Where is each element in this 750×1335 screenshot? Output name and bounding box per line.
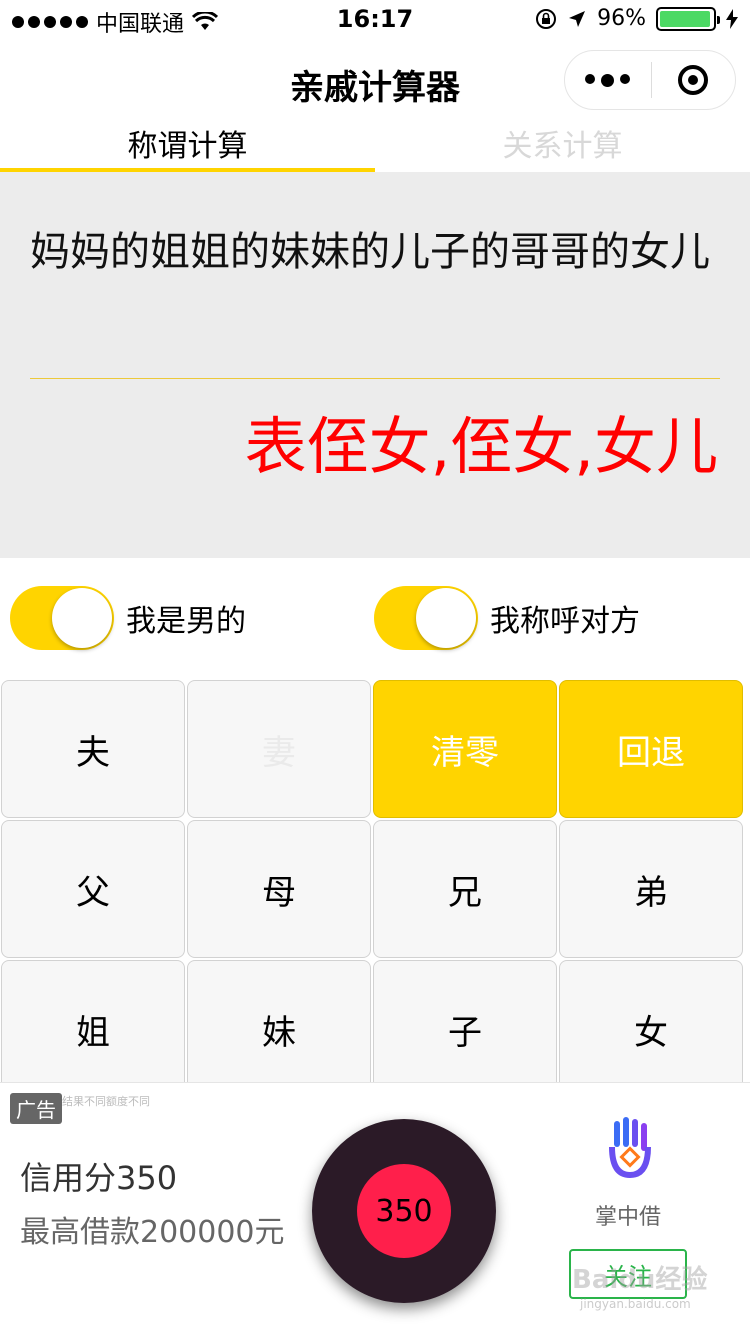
gender-toggle-row: 我是男的 [10,586,246,650]
result-text: 表侄女,侄女,女儿 [244,410,718,483]
key-older-brother[interactable]: 兄 [373,820,557,958]
key-younger-sister[interactable]: 妹 [187,960,371,1098]
nav-bar: 亲戚计算器 [0,40,750,126]
display-divider [30,378,720,379]
key-mother[interactable]: 母 [187,820,371,958]
expression-text: 妈妈的姐姐的妹妹的儿子的哥哥的女儿 [30,229,710,275]
key-son[interactable]: 子 [373,960,557,1098]
battery-level [660,10,710,27]
more-icon[interactable] [565,73,651,87]
key-daughter[interactable]: 女 [559,960,743,1098]
tab-bar: 称谓计算 关系计算 [0,126,750,172]
battery-percent: 96% [597,6,646,31]
ad-headline: 信用分350 [20,1159,178,1197]
backspace-button[interactable]: 回退 [559,680,743,818]
app-logo-icon [609,1117,651,1179]
ad-app-name: 掌中借 [594,1205,661,1230]
close-miniprogram-button[interactable] [652,65,736,95]
ad-score-disc: 350 [312,1119,496,1303]
status-right: 96% [535,6,738,31]
direction-toggle-row: 我称呼对方 [374,586,640,650]
ad-banner[interactable]: 广告 结果不同额度不同 信用分350 最高借款200000元 350 掌中借 关… [0,1082,750,1335]
direction-switch[interactable] [374,586,478,650]
watermark-url: jingyan.baidu.com [580,1297,691,1311]
watermark-logo: Baidu经验 [572,1265,708,1295]
orientation-lock-icon [536,8,557,29]
location-icon [569,10,586,27]
ad-score-value: 350 [357,1164,451,1258]
gender-toggle-label: 我是男的 [126,604,246,639]
tab-title-calc[interactable]: 称谓计算 [0,126,375,172]
miniprogram-capsule [564,50,736,110]
ad-badge: 广告 [10,1093,62,1124]
key-older-sister[interactable]: 姐 [1,960,185,1098]
direction-toggle-label: 我称呼对方 [490,604,640,639]
charging-icon [726,8,738,29]
display-panel: 妈妈的姐姐的妹妹的儿子的哥哥的女儿 表侄女,侄女,女儿 [0,172,750,558]
key-father[interactable]: 父 [1,820,185,958]
clear-button[interactable]: 清零 [373,680,557,818]
key-younger-brother[interactable]: 弟 [559,820,743,958]
ad-note: 结果不同额度不同 [62,1095,150,1108]
ad-subline: 最高借款200000元 [20,1215,285,1250]
battery-icon [656,6,720,31]
key-wife: 妻 [187,680,371,818]
toggle-section: 我是男的 我称呼对方 [0,558,750,678]
key-husband[interactable]: 夫 [1,680,185,818]
tab-relation-calc[interactable]: 关系计算 [375,126,750,172]
gender-switch[interactable] [10,586,114,650]
target-icon [678,65,709,95]
status-bar: 中国联通 16:17 96% [0,0,750,40]
